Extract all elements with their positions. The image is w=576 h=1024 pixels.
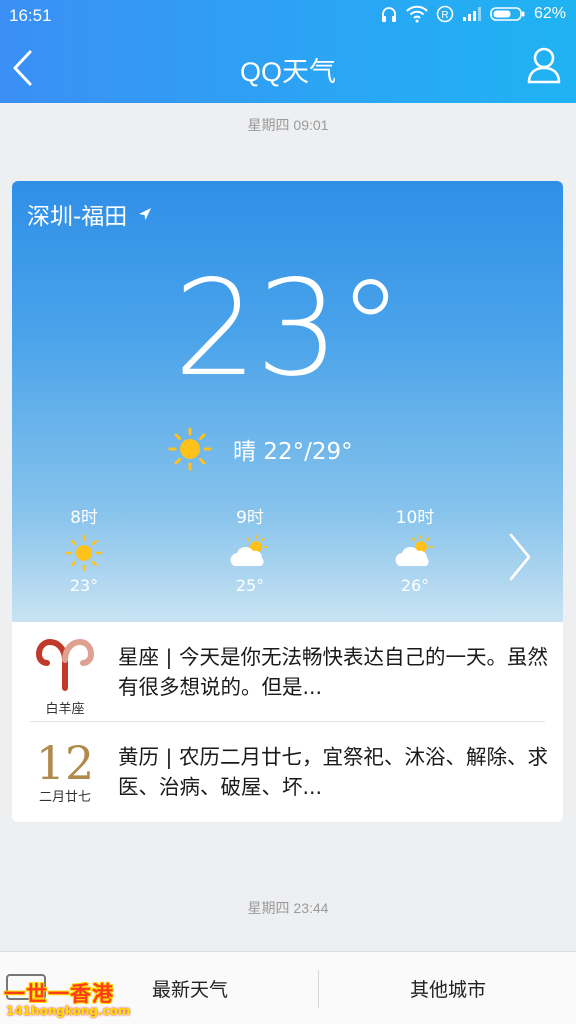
hourly-forecast: 8时 23° 9时 25° 10时 26° bbox=[12, 503, 563, 603]
partly-cloudy-icon bbox=[230, 535, 268, 566]
current-temperature: 23° bbox=[173, 252, 404, 406]
almanac-icon-box: 12 二月廿七 bbox=[30, 736, 100, 805]
svg-text:R: R bbox=[441, 10, 448, 21]
partly-cloudy-icon bbox=[395, 535, 433, 566]
signal-icon bbox=[462, 7, 481, 21]
next-hours-button[interactable] bbox=[505, 531, 535, 583]
wifi-icon bbox=[406, 5, 428, 23]
hour-temperature: 26° bbox=[400, 576, 430, 595]
page-title: QQ天气 bbox=[239, 57, 336, 87]
today-forecast: 晴 22°/29° bbox=[167, 426, 353, 472]
horoscope-icon-box: 白羊座 bbox=[30, 636, 100, 717]
tab-divider bbox=[318, 970, 319, 1008]
hour-label: 10时 bbox=[395, 508, 435, 528]
tab-other-cities[interactable]: 其他城市 bbox=[320, 952, 576, 1024]
message-timestamp: 星期四 23:44 bbox=[247, 900, 329, 916]
sun-icon bbox=[65, 534, 103, 572]
headphone-icon bbox=[381, 7, 396, 22]
sun-icon bbox=[168, 427, 212, 471]
hour-temperature: 23° bbox=[69, 576, 99, 595]
status-icons: R 62% bbox=[380, 5, 566, 23]
battery-percentage: 62% bbox=[533, 5, 566, 22]
status-bar: 16:51 R 62% bbox=[0, 0, 576, 32]
profile-button[interactable] bbox=[526, 45, 562, 85]
horoscope-row[interactable]: 白羊座 星座 | 今天是你无法畅快表达自己的一天。虽然有很多想说的。但是... bbox=[12, 622, 563, 722]
almanac-row[interactable]: 12 二月廿七 黄历 | 农历二月廿七，宜祭祀、沐浴、解除、求医、治病、破屋、坏… bbox=[12, 722, 563, 822]
calendar-day: 12 bbox=[35, 736, 95, 790]
status-time: 16:51 bbox=[9, 6, 52, 25]
chevron-right-icon bbox=[509, 533, 531, 581]
weather-message-card: 深圳-福田 23° 晴 22°/29° 8时 23° 9时 25° 10时 26… bbox=[12, 181, 563, 822]
location-name: 深圳-福田 bbox=[27, 204, 128, 230]
location-arrow-icon bbox=[139, 208, 152, 220]
location: 深圳-福田 bbox=[27, 197, 153, 231]
hour-temperature: 25° bbox=[235, 576, 265, 595]
tab-latest-weather[interactable]: 最新天气 bbox=[90, 952, 290, 1024]
aries-icon bbox=[35, 638, 95, 691]
battery-icon bbox=[490, 7, 525, 21]
hour-label: 9时 bbox=[236, 508, 264, 528]
sign-label: 白羊座 bbox=[45, 702, 85, 717]
hour-label: 8时 bbox=[70, 508, 98, 528]
user-icon bbox=[527, 47, 561, 84]
today-summary: 晴 22°/29° bbox=[233, 439, 353, 465]
lunar-date: 二月廿七 bbox=[38, 790, 91, 805]
almanac-text: 黄历 | 农历二月廿七，宜祭祀、沐浴、解除、求医、治病、破屋、坏... bbox=[118, 745, 548, 799]
registered-icon: R bbox=[436, 5, 454, 23]
hourly-item: 9时 25° bbox=[210, 503, 290, 595]
hourly-item: 8时 23° bbox=[44, 503, 124, 595]
weather-panel[interactable]: 深圳-福田 23° 晴 22°/29° 8时 23° 9时 25° 10时 26… bbox=[12, 181, 563, 622]
hourly-item: 10时 26° bbox=[375, 503, 455, 595]
horoscope-text: 星座 | 今天是你无法畅快表达自己的一天。虽然有很多想说的。但是... bbox=[118, 645, 548, 699]
app-header: 16:51 R 62% QQ天气 bbox=[0, 0, 576, 103]
bottom-bar: 一世一香港 141hongkong.com 最新天气 其他城市 bbox=[0, 951, 576, 1024]
nav-bar: QQ天气 bbox=[0, 32, 576, 103]
message-timestamp: 星期四 09:01 bbox=[247, 117, 329, 133]
